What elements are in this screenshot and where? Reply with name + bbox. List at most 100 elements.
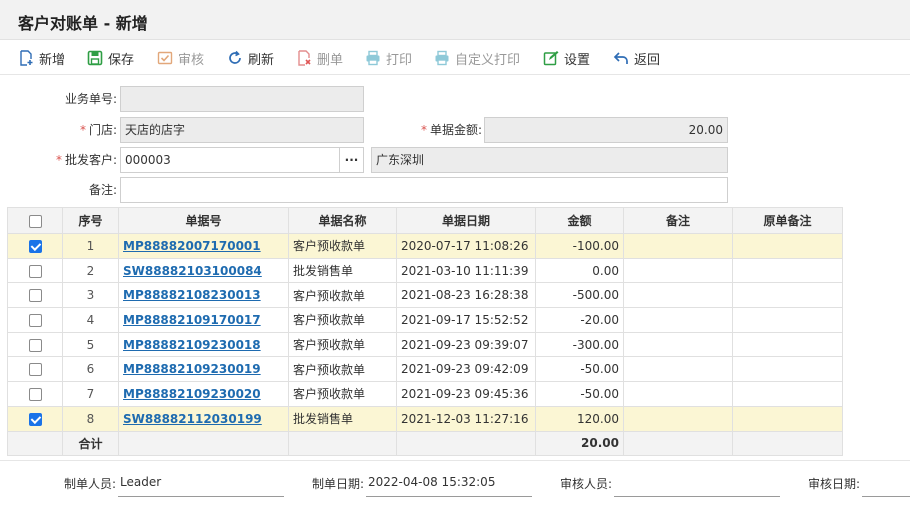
row-amount: -300.00 (535, 331, 624, 358)
row-orig-remark (732, 282, 843, 309)
amount-label: * 单据金额: (392, 117, 482, 143)
row-remark[interactable] (623, 282, 733, 309)
total-amount: 20.00 (535, 430, 624, 457)
header-doc-name[interactable]: 单据名称 (288, 207, 397, 234)
table-row[interactable]: 6 MP88882109230019 客户预收款单 2021-09-23 09:42:… (7, 356, 843, 383)
row-checkbox[interactable] (28, 338, 42, 352)
back-arrow-icon (613, 52, 628, 64)
row-orig-remark (732, 356, 843, 383)
biz-no-field[interactable] (120, 86, 364, 112)
row-amount: 0.00 (535, 257, 624, 284)
header-doc-date[interactable]: 单据日期 (396, 207, 536, 234)
row-remark[interactable] (623, 331, 733, 358)
row-select-cell (7, 405, 63, 432)
row-checkbox[interactable] (28, 239, 42, 253)
table-row[interactable]: 7 MP88882109230020 客户预收款单 2021-09-23 09:45:… (7, 381, 843, 407)
select-all-checkbox[interactable] (28, 214, 42, 228)
store-field[interactable]: 天店的店字 (120, 117, 364, 143)
store-label: * 门店: (40, 117, 117, 143)
total-empty-cell (623, 430, 733, 457)
header-form: 业务单号: * 门店: 天店的店字 * 单据金额: 20.00 * 批发客户: 000… (0, 74, 910, 206)
doc-no-link[interactable]: SW88882103100084 (123, 264, 262, 278)
table-row[interactable]: 3 MP88882108230013 客户预收款单 2021-08-23 16:28:… (7, 282, 843, 309)
custom-print-button[interactable]: 自定义打印 (434, 48, 520, 68)
settings-button-label: 设置 (564, 52, 591, 68)
row-orig-remark (732, 233, 843, 259)
row-checkbox[interactable] (28, 387, 42, 401)
doc-no-link[interactable]: SW88882112030199 (123, 412, 262, 426)
row-remark[interactable] (623, 257, 733, 284)
header-orig-remark[interactable]: 原单备注 (732, 207, 843, 234)
delete-button[interactable]: 删单 (296, 48, 343, 68)
row-select-cell (7, 282, 63, 309)
new-button-label: 新增 (39, 52, 66, 68)
row-checkbox[interactable] (28, 412, 42, 426)
header-amount[interactable]: 金额 (535, 207, 624, 234)
row-doc-name: 客户预收款单 (288, 331, 397, 358)
row-doc-name: 客户预收款单 (288, 381, 397, 407)
row-remark[interactable] (623, 307, 733, 333)
row-remark[interactable] (623, 405, 733, 432)
row-remark[interactable] (623, 356, 733, 383)
table-row[interactable]: 8 SW88882112030199 批发销售单 2021-12-03 11:27:1… (7, 405, 843, 432)
save-icon (87, 50, 103, 66)
row-doc-no: MP88882109230018 (118, 331, 289, 358)
customer-lookup-button[interactable]: ··· (339, 147, 364, 173)
header-seq[interactable]: 序号 (62, 207, 119, 234)
row-doc-date: 2021-09-23 09:45:36 (396, 381, 536, 407)
auditor-label: 审核人员: (560, 477, 613, 491)
doc-no-link[interactable]: MP88882007170001 (123, 239, 261, 253)
header-doc-no[interactable]: 单据号 (118, 207, 289, 234)
row-seq: 6 (62, 356, 119, 383)
audit-button[interactable]: 审核 (157, 48, 204, 68)
row-amount: 120.00 (535, 405, 624, 432)
row-doc-date: 2020-07-17 11:08:26 (396, 233, 536, 259)
amount-field[interactable]: 20.00 (484, 117, 728, 143)
print-button[interactable]: 打印 (365, 48, 412, 68)
row-checkbox[interactable] (28, 264, 42, 278)
maker-value: Leader (118, 475, 284, 497)
customer-label: * 批发客户: (40, 147, 117, 173)
make-date-label: 制单日期: (312, 477, 365, 491)
doc-no-link[interactable]: MP88882109230020 (123, 387, 261, 401)
settings-button[interactable]: 设置 (543, 48, 590, 68)
required-mark: * (55, 153, 62, 167)
grid-header-row: 序号 单据号 单据名称 单据日期 金额 备注 原单备注 (7, 207, 843, 234)
row-checkbox[interactable] (28, 313, 42, 327)
row-seq: 8 (62, 405, 119, 432)
header-remark[interactable]: 备注 (623, 207, 733, 234)
new-button[interactable]: 新增 (18, 48, 65, 68)
doc-no-link[interactable]: MP88882109230019 (123, 362, 261, 376)
back-button[interactable]: 返回 (613, 48, 660, 68)
row-remark[interactable] (623, 381, 733, 407)
row-doc-name: 批发销售单 (288, 257, 397, 284)
row-doc-date: 2021-03-10 11:11:39 (396, 257, 536, 284)
table-row[interactable]: 1 MP88882007170001 客户预收款单 2020-07-17 11:08:… (7, 233, 843, 259)
store-label-text: 门店: (88, 123, 117, 137)
table-row[interactable]: 4 MP88882109170017 客户预收款单 2021-09-17 15:52:… (7, 307, 843, 333)
row-doc-name: 客户预收款单 (288, 307, 397, 333)
delete-document-icon (298, 50, 311, 66)
doc-no-link[interactable]: MP88882108230013 (123, 288, 261, 302)
row-checkbox[interactable] (28, 289, 42, 303)
total-empty-cell (7, 430, 63, 457)
row-doc-name: 批发销售单 (288, 405, 397, 432)
printer-icon (435, 50, 449, 66)
remark-input[interactable] (120, 177, 728, 203)
save-button[interactable]: 保存 (87, 48, 134, 68)
row-amount: -20.00 (535, 307, 624, 333)
refresh-button[interactable]: 刷新 (227, 48, 274, 68)
row-doc-no: MP88882007170001 (118, 233, 289, 259)
table-row[interactable]: 5 MP88882109230018 客户预收款单 2021-09-23 09:39:… (7, 331, 843, 358)
customer-code-input[interactable]: 000003 (120, 147, 340, 173)
biz-no-label: 业务单号: (64, 92, 117, 106)
row-remark[interactable] (623, 233, 733, 259)
row-orig-remark (732, 331, 843, 358)
row-doc-date: 2021-12-03 11:27:16 (396, 405, 536, 432)
row-doc-name: 客户预收款单 (288, 282, 397, 309)
doc-no-link[interactable]: MP88882109170017 (123, 313, 261, 327)
row-select-cell (7, 331, 63, 358)
table-row[interactable]: 2 SW88882103100084 批发销售单 2021-03-10 11:11:3… (7, 257, 843, 284)
doc-no-link[interactable]: MP88882109230018 (123, 338, 261, 352)
row-checkbox[interactable] (28, 363, 42, 377)
